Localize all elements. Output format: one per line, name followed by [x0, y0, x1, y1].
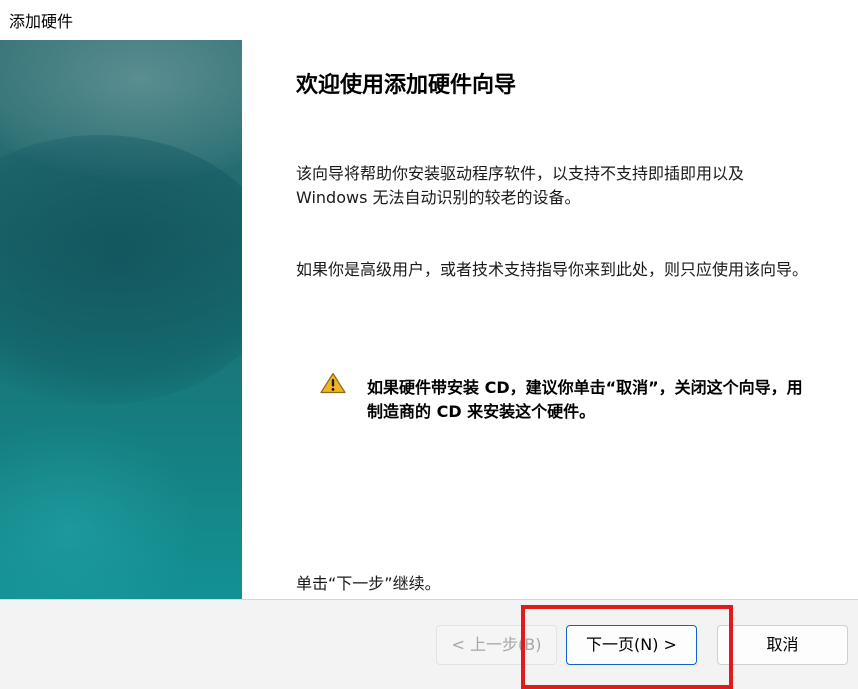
window-title: 添加硬件	[9, 12, 74, 31]
continue-instruction: 单击“下一步”继续。	[296, 574, 441, 593]
warning-text: 如果硬件带安装 CD，建议你单击“取消”，关闭这个向导，用制造商的 CD 来安装…	[367, 378, 803, 421]
cancel-button[interactable]: 取消	[717, 625, 848, 665]
intro-paragraph: 该向导将帮助你安装驱动程序软件，以支持不支持即插即用以及 Windows 无法自…	[296, 164, 745, 207]
title-bar: 添加硬件	[0, 0, 858, 40]
add-hardware-wizard-window: 添加硬件 欢迎使用添加硬件向导 该向导将帮助你安装驱动程序软件，以支持不支持即插…	[0, 0, 858, 689]
warning-icon	[320, 372, 346, 394]
advanced-user-paragraph: 如果你是高级用户，或者技术支持指导你来到此处，则只应使用该向导。	[296, 260, 809, 279]
wizard-side-banner	[0, 40, 242, 599]
next-button-highlight-box	[521, 605, 733, 689]
page-title: 欢迎使用添加硬件向导	[296, 73, 517, 98]
wizard-content: 欢迎使用添加硬件向导 该向导将帮助你安装驱动程序软件，以支持不支持即插即用以及 …	[242, 40, 858, 599]
banner-glow	[0, 420, 200, 599]
banner-shape	[0, 135, 242, 405]
